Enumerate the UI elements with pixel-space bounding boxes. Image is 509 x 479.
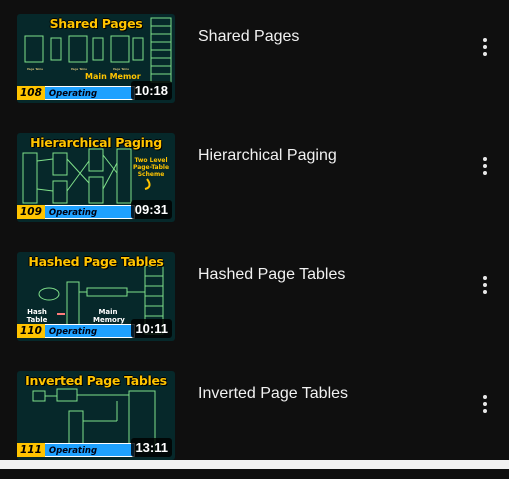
thumbnail-note: Two Level Page-Table Scheme bbox=[132, 157, 170, 178]
video-title[interactable]: Shared Pages bbox=[198, 28, 299, 46]
duration-badge: 10:11 bbox=[131, 319, 172, 338]
thumbnail-note-hash-table: Hash Table bbox=[26, 308, 48, 324]
thumbnail-title: Hierarchical Paging bbox=[30, 135, 162, 150]
video-item-shared-pages[interactable]: Page Table Page Table Page Table Shared … bbox=[0, 14, 509, 122]
more-vert-icon[interactable] bbox=[474, 393, 496, 415]
series-label: Operating System bbox=[44, 205, 135, 219]
thumbnail-series-strip: 110 Operating System bbox=[17, 324, 135, 338]
episode-number: 108 bbox=[17, 86, 45, 100]
series-label: Operating System bbox=[44, 324, 135, 338]
duration-badge: 09:31 bbox=[130, 200, 172, 219]
video-title[interactable]: Hashed Page Tables bbox=[198, 266, 345, 284]
svg-text:Page Table: Page Table bbox=[113, 67, 129, 71]
video-title[interactable]: Inverted Page Tables bbox=[198, 385, 348, 403]
video-thumbnail[interactable]: Hashed Page Tables Main Memory Hash Tabl… bbox=[17, 252, 175, 341]
thumbnail-title: Hashed Page Tables bbox=[28, 254, 164, 269]
episode-number: 109 bbox=[17, 205, 45, 219]
video-thumbnail[interactable]: Hierarchical Paging Two Level Page-Table… bbox=[17, 133, 175, 222]
more-vert-icon[interactable] bbox=[474, 155, 496, 177]
duration-badge: 10:18 bbox=[130, 81, 172, 100]
thumbnail-series-strip: 108 Operating System bbox=[17, 86, 135, 100]
svg-text:Page Table: Page Table bbox=[71, 67, 87, 71]
series-label: Operating System bbox=[44, 86, 135, 100]
episode-number: 111 bbox=[17, 443, 45, 457]
more-vert-icon[interactable] bbox=[474, 36, 496, 58]
duration-badge: 13:11 bbox=[131, 438, 172, 457]
video-item-hierarchical-paging[interactable]: Hierarchical Paging Two Level Page-Table… bbox=[0, 133, 509, 241]
thumbnail-note: Main Memor bbox=[85, 72, 141, 81]
svg-text:Page Table: Page Table bbox=[27, 67, 43, 71]
status-bar bbox=[0, 460, 509, 469]
series-label: Operating System bbox=[44, 443, 135, 457]
thumbnail-title: Shared Pages bbox=[49, 16, 143, 31]
thumbnail-series-strip: 109 Operating System bbox=[17, 205, 135, 219]
thumbnail-note: Main Memory bbox=[93, 308, 125, 324]
video-title[interactable]: Hierarchical Paging bbox=[198, 147, 337, 165]
thumbnail-title: Inverted Page Tables bbox=[25, 373, 167, 388]
video-item-hashed-page-tables[interactable]: Hashed Page Tables Main Memory Hash Tabl… bbox=[0, 252, 509, 360]
episode-number: 110 bbox=[17, 324, 45, 338]
thumbnail-series-strip: 111 Operating System bbox=[17, 443, 135, 457]
video-thumbnail[interactable]: Page Table Page Table Page Table Shared … bbox=[17, 14, 175, 103]
more-vert-icon[interactable] bbox=[474, 274, 496, 296]
video-thumbnail[interactable]: Inverted Page Tables 111 Operating Syste… bbox=[17, 371, 175, 460]
